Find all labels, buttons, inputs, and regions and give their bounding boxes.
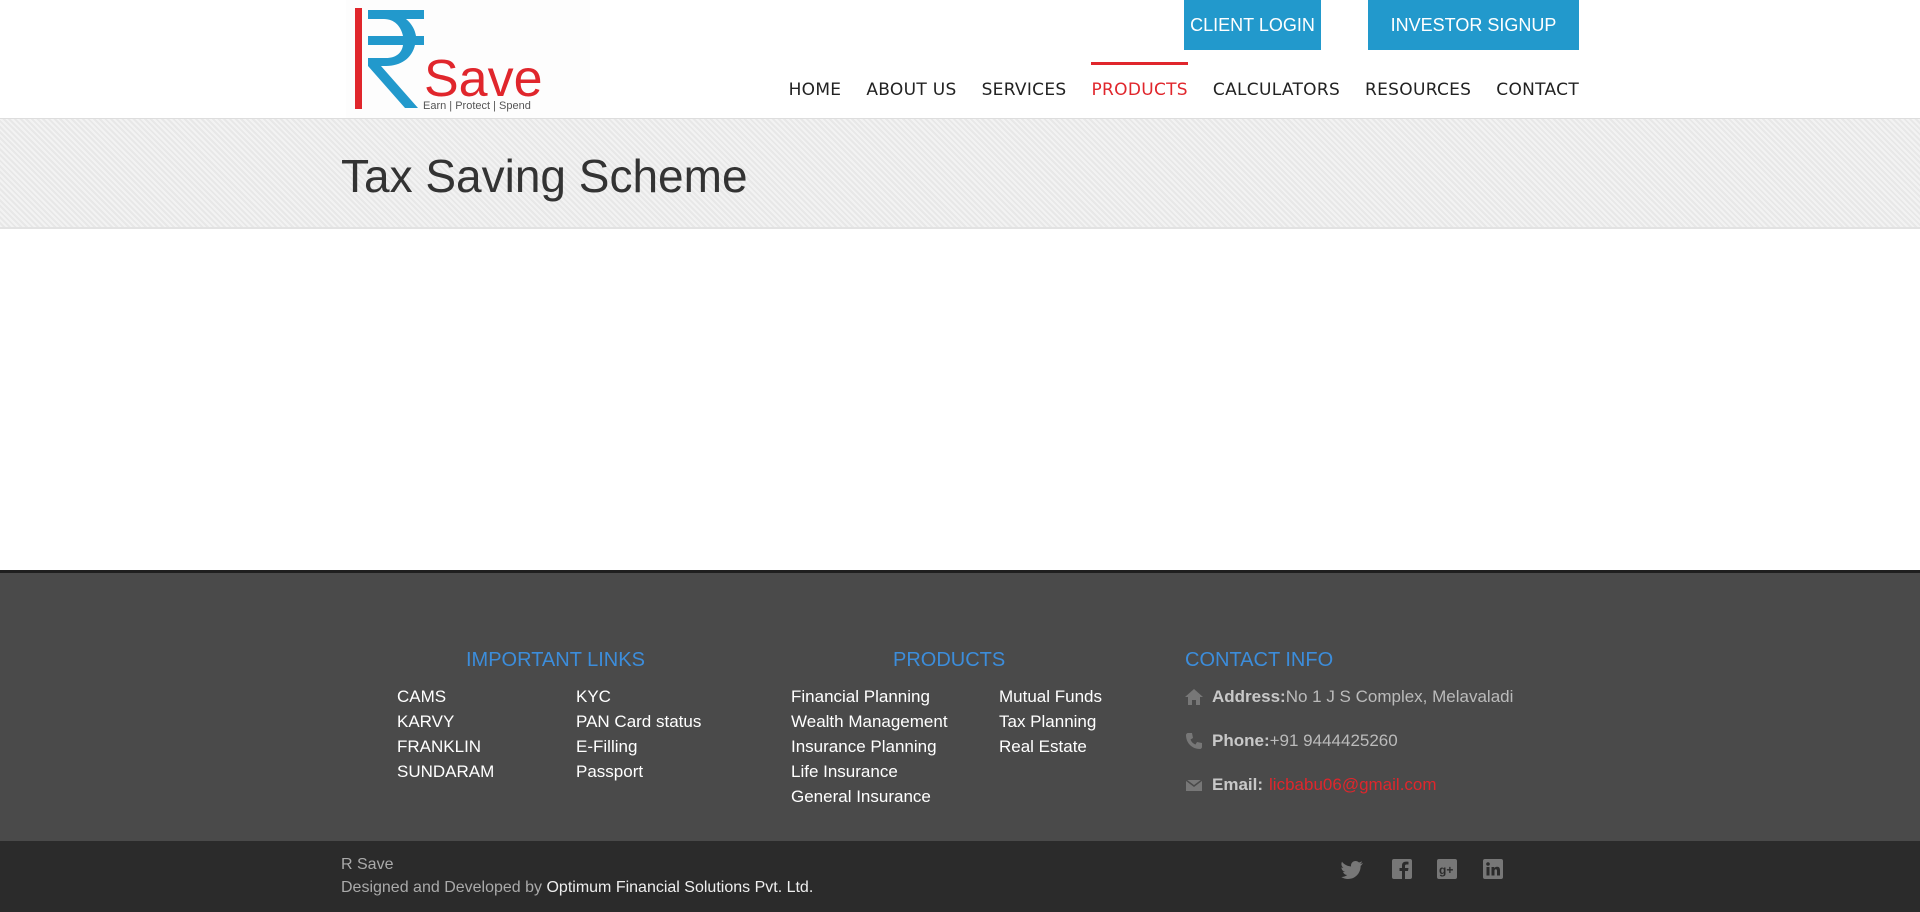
link-real-estate[interactable]: Real Estate (999, 734, 1102, 759)
logo-tagline: Earn | Protect | Spend (423, 100, 531, 112)
credit-prefix: Designed and Developed by (341, 879, 547, 896)
nav-home[interactable]: HOME (789, 62, 842, 119)
developer-link[interactable]: Optimum Financial Solutions Pvt. Ltd. (546, 879, 813, 896)
nav-calculators[interactable]: CALCULATORS (1213, 62, 1340, 119)
link-mutual-funds[interactable]: Mutual Funds (999, 684, 1102, 709)
link-cams[interactable]: CAMS (397, 684, 494, 709)
envelope-icon (1185, 779, 1203, 791)
bottom-bar: R Save Designed and Developed by Optimum… (0, 841, 1920, 912)
facebook-icon[interactable] (1390, 857, 1414, 881)
twitter-icon[interactable] (1341, 857, 1365, 881)
credit-line: Designed and Developed by Optimum Financ… (341, 879, 813, 897)
contact-phone: Phone: +91 9444425260 (1184, 731, 1398, 751)
products-heading: PRODUCTS (893, 649, 1006, 671)
google-plus-icon[interactable]: g+ (1435, 857, 1459, 881)
page-title: Tax Saving Scheme (341, 150, 748, 202)
email-link[interactable]: licbabu06@gmail.com (1269, 775, 1437, 795)
products-col1: Financial Planning Wealth Management Ins… (791, 684, 948, 809)
link-franklin[interactable]: FRANKLIN (397, 734, 494, 759)
link-sundaram[interactable]: SUNDARAM (397, 759, 494, 784)
important-links-col2: KYC PAN Card status E-Filling Passport (576, 684, 701, 784)
client-login-button[interactable]: CLIENT LOGIN (1184, 0, 1321, 50)
link-passport[interactable]: Passport (576, 759, 701, 784)
nav-products[interactable]: PRODUCTS (1091, 62, 1189, 119)
link-karvy[interactable]: KARVY (397, 709, 494, 734)
link-tax-planning[interactable]: Tax Planning (999, 709, 1102, 734)
site-name: R Save (341, 856, 394, 873)
address-value: No 1 J S Complex, Melavaladi (1285, 687, 1514, 706)
contact-info-heading: CONTACT INFO (1185, 649, 1334, 671)
link-insurance-planning[interactable]: Insurance Planning (791, 734, 948, 759)
phone-value: +91 9444425260 (1269, 731, 1398, 750)
link-kyc[interactable]: KYC (576, 684, 701, 709)
phone-icon (1186, 733, 1202, 749)
phone-label: Phone: (1212, 731, 1270, 750)
link-e-filling[interactable]: E-Filling (576, 734, 701, 759)
products-col2: Mutual Funds Tax Planning Real Estate (999, 684, 1102, 759)
link-life-insurance[interactable]: Life Insurance (791, 759, 948, 784)
rsave-logo[interactable]: Save Earn | Protect | Spend (346, 0, 590, 118)
home-icon (1185, 689, 1203, 705)
page-title-band: Tax Saving Scheme (0, 119, 1920, 229)
nav-services[interactable]: SERVICES (982, 62, 1067, 119)
link-pan-card-status[interactable]: PAN Card status (576, 709, 701, 734)
linkedin-icon[interactable] (1481, 857, 1505, 881)
svg-text:g+: g+ (1439, 863, 1453, 877)
nav-contact[interactable]: CONTACT (1496, 62, 1579, 119)
link-financial-planning[interactable]: Financial Planning (791, 684, 948, 709)
nav-about-us[interactable]: ABOUT US (866, 62, 956, 119)
email-label: Email: (1212, 775, 1264, 794)
address-label: Address: (1212, 687, 1286, 706)
rsave-logo-mark: Save Earn | Protect | Spend (355, 8, 543, 112)
contact-email: Email: licbabu06@gmail.com (1184, 775, 1437, 795)
link-general-insurance[interactable]: General Insurance (791, 784, 948, 809)
nav-resources[interactable]: RESOURCES (1365, 62, 1471, 119)
important-links-heading: IMPORTANT LINKS (466, 649, 645, 671)
investor-signup-button[interactable]: INVESTOR SIGNUP (1368, 0, 1579, 50)
link-wealth-management[interactable]: Wealth Management (791, 709, 948, 734)
site-footer: IMPORTANT LINKS CAMS KARVY FRANKLIN SUND… (0, 570, 1920, 841)
site-header: Save Earn | Protect | Spend CLIENT LOGIN… (0, 0, 1920, 119)
main-nav: HOME ABOUT US SERVICES PRODUCTS CALCULAT… (764, 62, 1579, 119)
important-links-col1: CAMS KARVY FRANKLIN SUNDARAM (397, 684, 494, 784)
contact-address: Address: No 1 J S Complex, Melavaladi (1184, 687, 1513, 707)
